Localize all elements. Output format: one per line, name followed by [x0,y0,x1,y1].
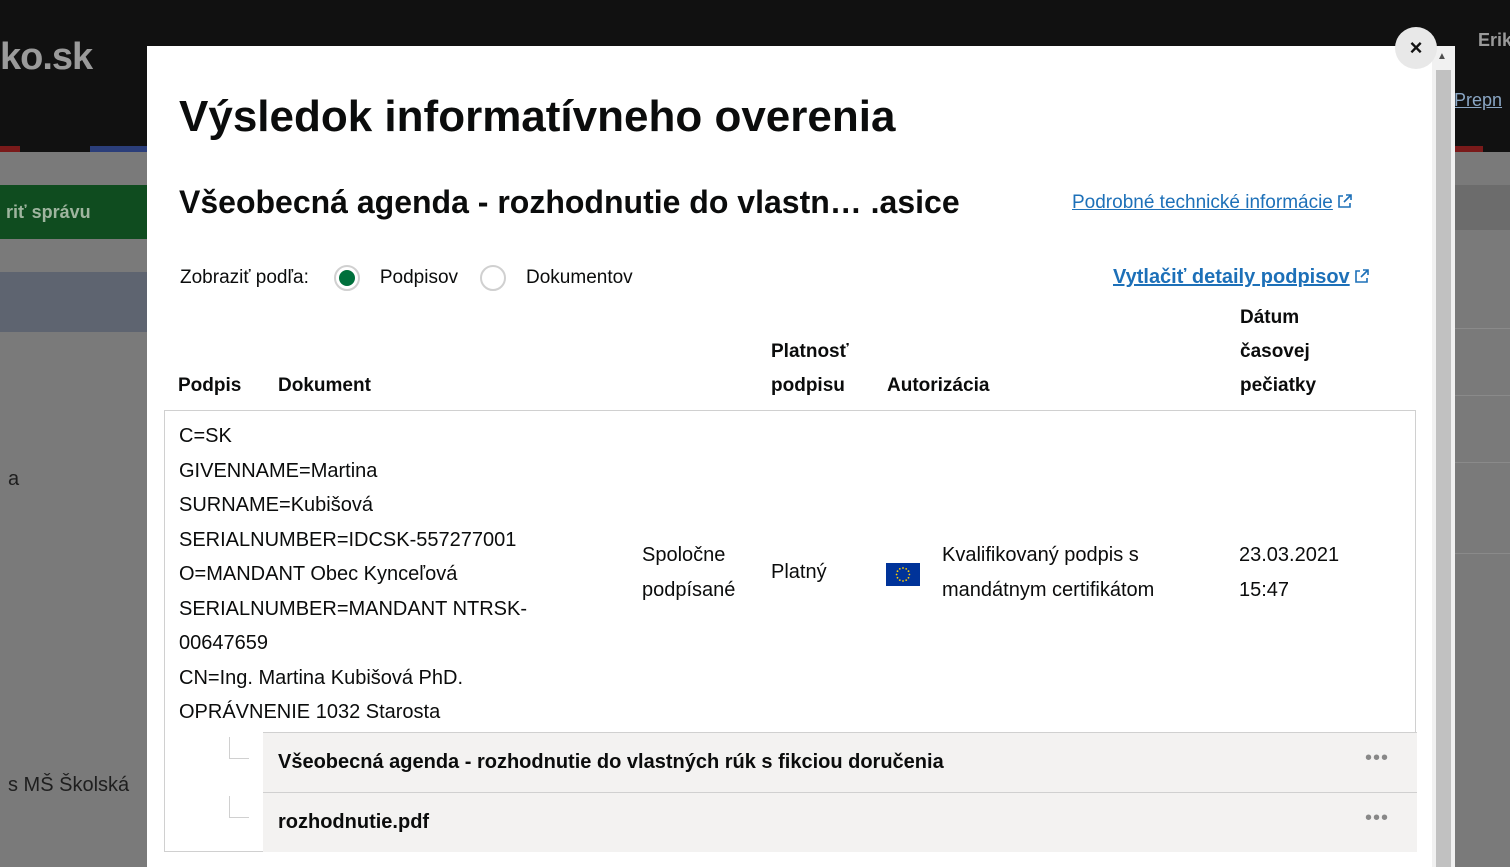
signed-documents: Spoločne podpísané [642,538,735,608]
signature-validity: Platný [771,561,827,583]
authorization-line: Kvalifikovaný podpis s [942,544,1139,566]
signer-distinguished-name: C=SK GIVENNAME=Martina SURNAME=Kubišová … [179,419,527,730]
timestamp-time: 15:47 [1239,579,1290,601]
signatures-table: C=SK GIVENNAME=Martina SURNAME=Kubišová … [164,410,1417,852]
document-row[interactable]: Všeobecná agenda - rozhodnutie do vlastn… [263,732,1417,792]
document-name[interactable]: rozhodnutie.pdf [278,811,429,834]
scroll-up-icon[interactable]: ▲ [1437,51,1447,62]
dn-line: O=MANDANT Obec Kynceľová [179,563,458,585]
radio-documents[interactable] [480,265,507,291]
header-validity-line: Platnosť [771,341,849,362]
timestamp-value: 23.03.2021 15:47 [1239,538,1339,608]
header-signature: Podpis [178,375,242,396]
header-validity-line: podpisu [771,375,845,396]
header-timestamp: Dátum časovej pečiatky [1240,301,1316,403]
dn-line: OPRÁVNENIE 1032 Starosta [179,701,441,723]
header-timestamp-line: pečiatky [1240,375,1317,396]
timestamp-date: 23.03.2021 [1239,544,1340,566]
verification-modal: Výsledok informatívneho overenia Všeobec… [147,46,1432,867]
tree-connector [229,796,249,818]
document-name[interactable]: Všeobecná agenda - rozhodnutie do vlastn… [278,751,944,774]
create-message-button[interactable]: riť správu [0,185,147,239]
more-options-icon[interactable]: ••• [1365,807,1389,830]
radio-signatures-label[interactable]: Podpisov [380,267,458,289]
modal-title: Výsledok informatívneho overenia [179,92,896,141]
authorization-line: mandátnym certifikátom [942,579,1155,601]
switch-link[interactable]: Prepn [1454,90,1502,111]
dn-line: C=SK [179,425,232,447]
more-options-icon[interactable]: ••• [1365,747,1389,770]
filter-label: Zobraziť podľa: [180,267,309,288]
document-row[interactable]: rozhodnutie.pdf ••• [263,792,1417,852]
scrollbar-thumb[interactable] [1436,70,1451,867]
header-document: Dokument [278,375,371,396]
external-link-icon [1338,194,1352,208]
view-filter: Zobraziť podľa: Podpisov Dokumentov [180,265,655,291]
divider [1455,553,1510,554]
modal-scrollbar[interactable]: ▲ [1432,46,1455,867]
close-icon: × [1409,35,1423,60]
dn-line: SERIALNUMBER=IDCSK-557277001 [179,528,517,551]
file-name-heading: Všeobecná agenda - rozhodnutie do vlastn… [179,184,960,220]
eu-flag-icon [886,563,920,586]
divider [1455,462,1510,463]
dn-line: CN=Ing. Martina Kubišová PhD. [179,666,464,689]
signed-documents-line: Spoločne [642,544,726,566]
external-link-icon [1354,269,1369,283]
header-timestamp-line: časovej [1240,341,1310,362]
dn-line: 00647659 [179,632,268,654]
authorization-type: Kvalifikovaný podpis s mandátnym certifi… [942,538,1154,608]
radio-signatures[interactable] [333,265,360,291]
print-details-link[interactable]: Vytlačiť detaily podpisov [1113,266,1370,289]
background-bar [0,272,147,332]
divider [1455,395,1510,396]
header-validity: Platnosť podpisu [771,335,849,403]
background-text: a [8,468,20,490]
divider [1455,328,1510,329]
dn-line: GIVENNAME=Martina [179,459,378,482]
background-bar-right [1455,185,1510,230]
radio-documents-label[interactable]: Dokumentov [526,267,633,289]
close-button[interactable]: × [1395,27,1437,69]
print-details-label: Vytlačiť detaily podpisov [1113,266,1350,288]
technical-info-link[interactable]: Podrobné technické informácie [1072,192,1353,214]
tree-connector [229,737,249,759]
eu-stars-icon [895,567,911,582]
background-text: s MŠ Školská [8,774,130,796]
dn-line: SURNAME=Kubišová [179,494,373,516]
signed-documents-line: podpísané [642,579,736,601]
technical-info-label: Podrobné technické informácie [1072,192,1333,213]
dn-line: SERIALNUMBER=MANDANT NTRSK- [179,597,528,620]
header-timestamp-line: Dátum [1240,307,1300,328]
user-name[interactable]: Erika I [1478,30,1510,51]
header-authorization: Autorizácia [887,375,990,396]
site-logo: ko.sk [0,36,93,78]
